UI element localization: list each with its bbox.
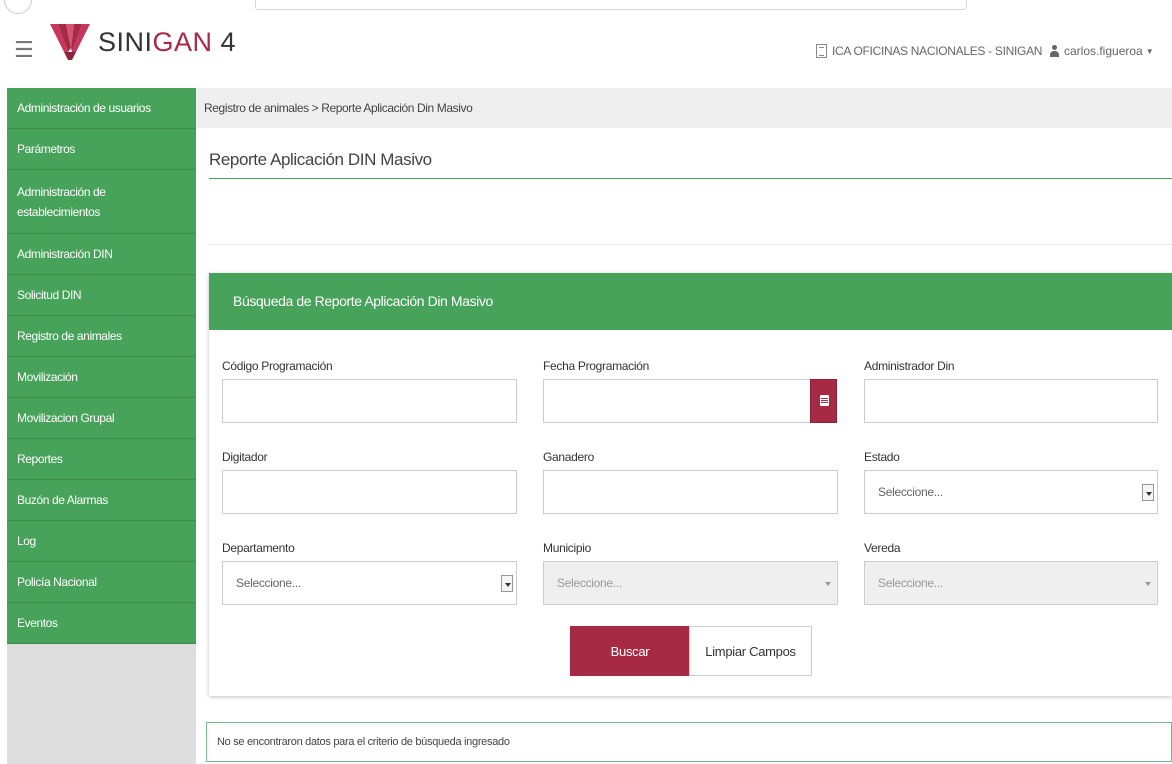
vereda-selected: Seleccione... <box>878 576 943 590</box>
browser-button[interactable] <box>4 0 32 14</box>
fecha-label: Fecha Programación <box>543 359 649 373</box>
estado-select[interactable]: Seleccione... <box>864 470 1158 514</box>
section-divider <box>209 244 1172 245</box>
ganadero-input[interactable] <box>543 470 838 514</box>
sidebar-item-admin-din[interactable]: Administración DIN <box>7 234 196 275</box>
breadcrumb[interactable]: Registro de animales > Reporte Aplicació… <box>196 88 1172 128</box>
digitador-label: Digitador <box>222 450 268 464</box>
office-selector[interactable]: ICA OFICINAS NACIONALES - SINIGAN <box>816 44 1042 58</box>
vereda-label: Vereda <box>864 541 901 555</box>
municipio-select: Seleccione... <box>543 561 838 605</box>
user-icon <box>1050 45 1059 57</box>
caret-down-icon: ▼ <box>1145 46 1154 56</box>
sidebar-item-admin-usuarios[interactable]: Administración de usuarios <box>7 88 196 129</box>
search-button[interactable]: Buscar <box>570 626 690 676</box>
search-panel-title: Búsqueda de Reporte Aplicación Din Masiv… <box>209 273 1172 330</box>
sidebar-item-solicitud-din[interactable]: Solicitud DIN <box>7 275 196 316</box>
clear-fields-button[interactable]: Limpiar Campos <box>689 626 812 676</box>
browser-address-bar[interactable] <box>255 0 967 10</box>
sidebar-item-movilizacion[interactable]: Movilización <box>7 357 196 398</box>
administrador-label: Administrador Din <box>864 359 955 373</box>
sidebar-item-registro-animales[interactable]: Registro de animales <box>7 316 196 357</box>
user-menu[interactable]: carlos.figueroa ▼ <box>1050 44 1154 58</box>
building-icon <box>816 44 827 58</box>
sidebar-item-movilizacion-grupal[interactable]: Movilizacion Grupal <box>7 398 196 439</box>
title-divider <box>209 178 1172 179</box>
sidebar-item-parametros[interactable]: Parámetros <box>7 129 196 170</box>
search-panel: Búsqueda de Reporte Aplicación Din Masiv… <box>209 273 1172 696</box>
chevron-down-icon <box>1142 575 1154 592</box>
codigo-programacion-input[interactable] <box>222 379 517 423</box>
top-navbar: ☰ SINIGAN 4 ICA OFICINAS NACIONALES - SI… <box>0 16 1172 88</box>
logo-mark-icon <box>50 24 90 60</box>
logo-text: SINIGAN <box>98 26 213 57</box>
office-label: ICA OFICINAS NACIONALES - SINIGAN <box>832 44 1043 58</box>
sidebar-item-log[interactable]: Log <box>7 521 196 562</box>
municipio-selected: Seleccione... <box>557 576 622 590</box>
sidebar: Administración de usuarios Parámetros Ad… <box>7 88 196 764</box>
logo-version: 4 <box>220 26 236 57</box>
sidebar-item-admin-establecimientos[interactable]: Administración de establecimientos <box>7 170 196 234</box>
administrador-din-input[interactable] <box>864 379 1158 423</box>
sidebar-item-policia-nacional[interactable]: Policía Nacional <box>7 562 196 603</box>
estado-selected: Seleccione... <box>878 485 943 499</box>
hamburger-menu-icon[interactable]: ☰ <box>14 38 34 62</box>
result-message: No se encontraron datos para el criterio… <box>206 722 1172 762</box>
vereda-select: Seleccione... <box>864 561 1158 605</box>
user-name: carlos.figueroa <box>1064 44 1143 58</box>
digitador-input[interactable] <box>222 470 517 514</box>
municipio-label: Municipio <box>543 541 591 555</box>
sidebar-item-reportes[interactable]: Reportes <box>7 439 196 480</box>
browser-strip <box>0 0 1172 16</box>
ganadero-label: Ganadero <box>543 450 594 464</box>
departamento-selected: Seleccione... <box>236 576 301 590</box>
chevron-down-icon <box>822 575 834 592</box>
sidebar-item-eventos[interactable]: Eventos <box>7 603 196 644</box>
calendar-icon <box>820 395 829 406</box>
fecha-programacion-input[interactable] <box>543 379 811 423</box>
page-title: Reporte Aplicación DIN Masivo <box>209 150 432 169</box>
codigo-label: Código Programación <box>222 359 333 373</box>
app-logo[interactable]: SINIGAN 4 <box>48 22 236 62</box>
departamento-select[interactable]: Seleccione... <box>222 561 517 605</box>
departamento-label: Departamento <box>222 541 295 555</box>
chevron-down-icon <box>501 575 513 592</box>
chevron-down-icon <box>1142 484 1154 501</box>
calendar-button[interactable] <box>810 379 837 423</box>
sidebar-item-buzon-alarmas[interactable]: Buzón de Alarmas <box>7 480 196 521</box>
estado-label: Estado <box>864 450 900 464</box>
